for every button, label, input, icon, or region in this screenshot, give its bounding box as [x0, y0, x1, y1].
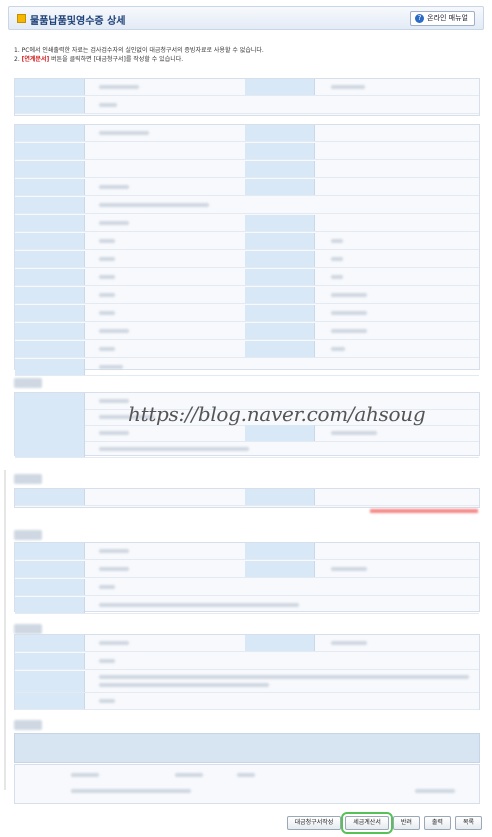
notice-line-2-prefix: 2.: [14, 56, 22, 63]
items-table-body: [14, 764, 480, 804]
section-title-blur: [14, 530, 42, 540]
section-title-blur: [14, 624, 42, 634]
document-icon: [17, 14, 26, 23]
return-button[interactable]: 반려: [392, 816, 420, 830]
notice-text: 1. PC에서 인쇄출력한 자료는 검사검수자의 실인없이 대금청구서의 증빙자…: [14, 46, 474, 64]
section-title-blur: [14, 720, 42, 730]
blog-watermark: https://blog.naver.com/ahsoug: [128, 402, 426, 426]
print-button[interactable]: 출력: [423, 816, 451, 830]
warning-text: [370, 509, 478, 513]
tax-invoice-button[interactable]: 세금계산서: [341, 812, 393, 834]
receipt-panel: [14, 542, 480, 614]
detail-panel: [14, 124, 480, 376]
invoice-request-button[interactable]: 대금청구서작성: [286, 816, 342, 830]
online-manual-label: 온라인 매뉴얼: [427, 14, 468, 22]
section-title-blur: [14, 474, 42, 484]
list-button[interactable]: 목록: [454, 816, 482, 830]
inspection-panel: [14, 488, 480, 508]
section-title-blur: [14, 378, 42, 388]
page-title: 물품납품및영수증 상세: [30, 16, 126, 27]
summary-panel: [14, 78, 480, 116]
notice-line-2-suffix: 버튼을 클릭하면 [대금청구서]를 작성할 수 있습니다.: [49, 56, 184, 63]
notice-line-1: 1. PC에서 인쇄출력한 자료는 검사검수자의 실인없이 대금청구서의 증빙자…: [14, 47, 264, 54]
delivery-panel: [14, 634, 480, 710]
left-edge-mark: [4, 470, 6, 790]
linked-document-ref: [연계문서]: [21, 56, 50, 63]
action-buttons: 대금청구서작성 세금계산서 반려 출력 목록: [286, 812, 482, 834]
help-icon: ?: [415, 14, 425, 23]
online-manual-button[interactable]: ? 온라인 매뉴얼: [410, 11, 475, 26]
page-header: 물품납품및영수증 상세 ? 온라인 매뉴얼: [8, 6, 484, 30]
notice-line-2: 2. [연계문서] 버튼을 클릭하면 [대금청구서]를 작성할 수 있습니다.: [14, 55, 474, 64]
items-table-header: [14, 733, 480, 763]
